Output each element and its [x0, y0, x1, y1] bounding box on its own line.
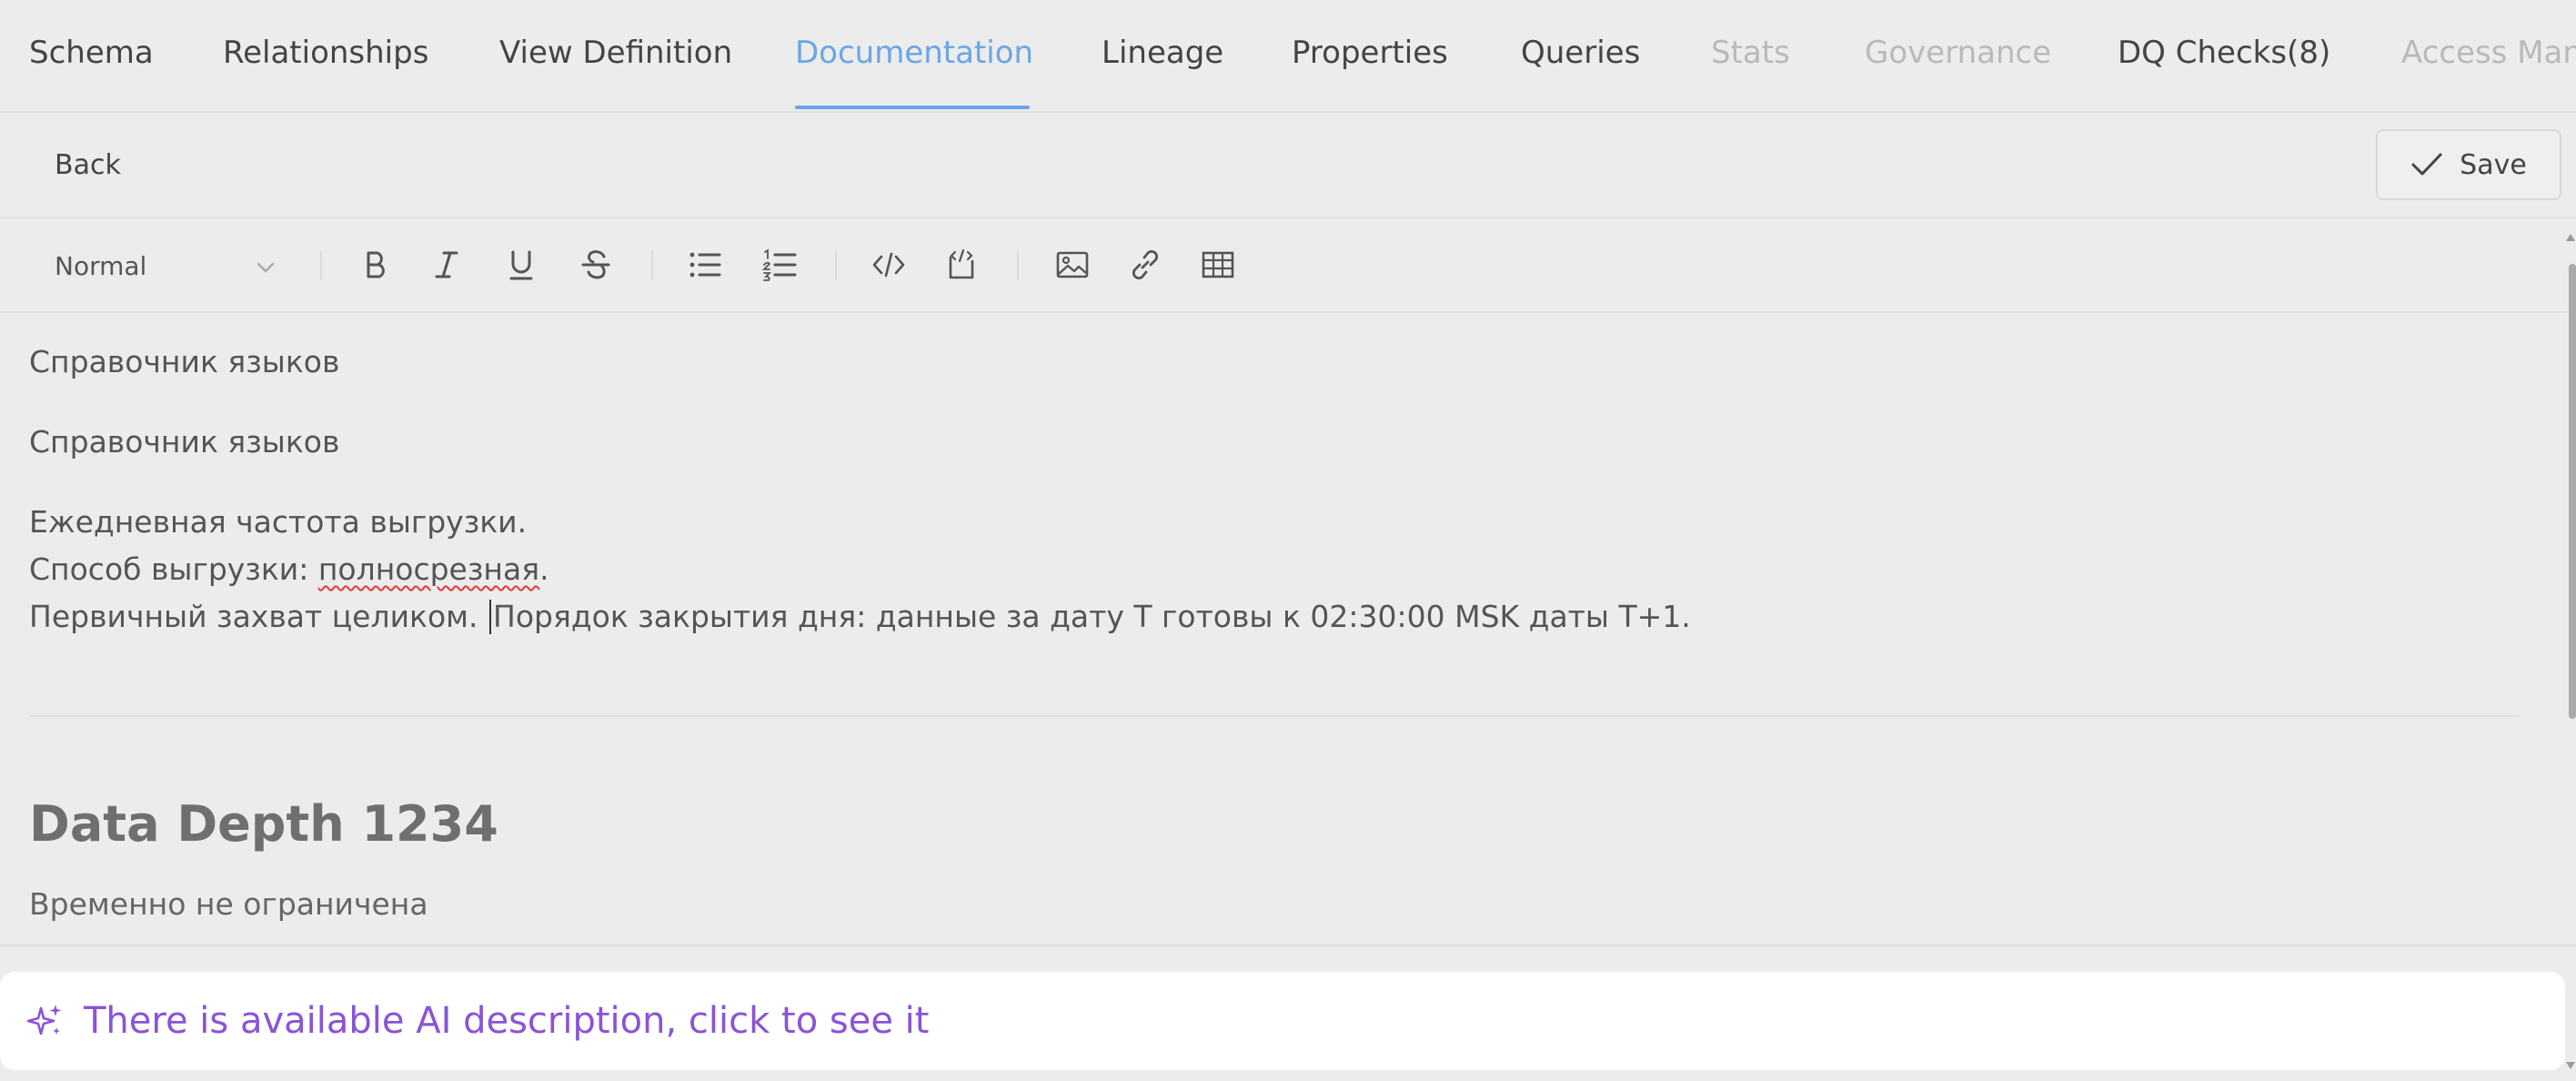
bold-icon: [367, 251, 385, 278]
tab-relationships[interactable]: Relationships: [223, 35, 428, 71]
tab-view-definition[interactable]: View Definition: [499, 35, 732, 71]
underline-icon: [509, 250, 533, 280]
toolbar-separator: [651, 251, 653, 280]
doc-line-method-suffix: .: [539, 551, 549, 587]
data-depth-heading: Data Depth 1234: [29, 795, 498, 853]
doc-line-method: Способ выгрузки: полносрезная.: [29, 551, 549, 587]
data-depth-value: Временно не ограничена: [29, 886, 428, 922]
numbered-list-button[interactable]: [759, 244, 800, 286]
doc-line-frequency: Ежедневная частота выгрузки.: [29, 504, 528, 540]
table-icon: [1202, 251, 1234, 278]
tab-dq-checks[interactable]: DQ Checks(8): [2118, 35, 2330, 71]
toolbar-separator: [835, 251, 837, 280]
strikethrough-icon: [581, 250, 610, 279]
doc-paragraph-2: Справочник языков: [29, 424, 340, 460]
tab-documentation[interactable]: Documentation: [795, 35, 1033, 71]
toolbar-separator: [1017, 251, 1019, 280]
tab-governance[interactable]: Governance: [1865, 35, 2051, 71]
tab-bar: Schema Relationships View Definition Doc…: [0, 0, 2576, 113]
back-button[interactable]: Back: [55, 149, 121, 181]
doc-line-capture-before-caret: Первичный захват целиком.: [29, 599, 488, 634]
doc-paragraph-1: Справочник языков: [29, 344, 340, 379]
active-tab-indicator: [795, 106, 1030, 109]
text-caret: [489, 600, 492, 634]
italic-icon: [435, 251, 458, 278]
editor-bottom-divider: [0, 945, 2576, 946]
text-format-select[interactable]: Normal: [55, 251, 278, 288]
doc-line-capture: Первичный захват целиком. Порядок закрыт…: [29, 599, 1691, 634]
insert-link-button[interactable]: [1124, 244, 1166, 286]
toolbar-separator: [320, 251, 322, 280]
scroll-up-arrow-icon[interactable]: [2565, 233, 2576, 242]
image-icon: [1056, 251, 1089, 278]
sparkle-icon: [26, 1005, 62, 1036]
insert-image-button[interactable]: [1052, 244, 1093, 286]
tab-stats[interactable]: Stats: [1711, 35, 1790, 71]
numbered-list-icon: [761, 248, 797, 281]
code-icon: [872, 252, 905, 278]
tab-queries[interactable]: Queries: [1521, 35, 1640, 71]
code-block-icon: [949, 248, 974, 279]
tab-schema[interactable]: Schema: [29, 35, 154, 71]
bullet-list-button[interactable]: [684, 244, 726, 286]
code-block-button[interactable]: [941, 244, 982, 286]
misspelled-word: полносрезная: [317, 551, 540, 587]
doc-line-method-prefix: Способ выгрузки:: [29, 551, 318, 587]
ai-description-text: There is available AI description, click…: [84, 1000, 930, 1042]
inline-code-button[interactable]: [868, 244, 910, 286]
editor-scrollbar[interactable]: [2569, 264, 2576, 719]
documentation-editor[interactable]: Справочник языков Справочник языков Ежед…: [0, 313, 2576, 945]
action-bar: Back Save: [0, 113, 2576, 218]
link-icon: [1132, 249, 1159, 280]
insert-table-button[interactable]: [1197, 244, 1239, 286]
ai-description-banner[interactable]: There is available AI description, click…: [0, 972, 2565, 1070]
tab-access-management[interactable]: Access Man: [2401, 35, 2576, 71]
horizontal-rule: [29, 715, 2520, 717]
text-format-value: Normal: [55, 251, 147, 281]
tab-properties[interactable]: Properties: [1292, 35, 1448, 71]
tab-lineage[interactable]: Lineage: [1102, 35, 1223, 71]
bullet-list-icon: [689, 252, 721, 278]
italic-button[interactable]: [426, 244, 468, 286]
bold-button[interactable]: [355, 244, 397, 286]
check-icon: [2411, 153, 2442, 176]
doc-line-capture-after-caret: Порядок закрытия дня: данные за дату T г…: [493, 599, 1691, 634]
save-button-label: Save: [2460, 148, 2527, 181]
save-button[interactable]: Save: [2376, 129, 2561, 200]
strikethrough-button[interactable]: [575, 244, 617, 286]
underline-button[interactable]: [500, 244, 542, 286]
chevron-down-icon: [257, 262, 275, 273]
scroll-down-arrow-icon[interactable]: [2565, 1061, 2576, 1070]
editor-toolbar: Normal: [0, 218, 2576, 313]
